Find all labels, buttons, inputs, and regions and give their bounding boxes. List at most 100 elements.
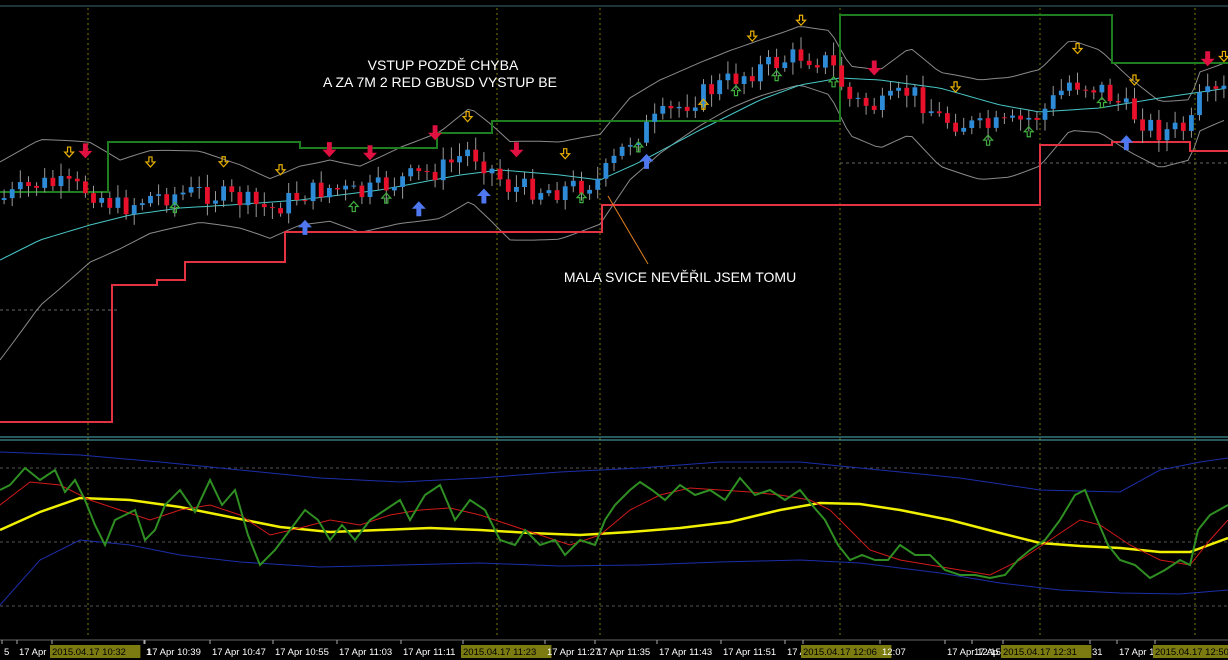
axis-tick-label: 2015.04.17 10:32: [52, 647, 126, 658]
candle-body: [400, 176, 405, 187]
candle: [880, 87, 885, 118]
candle-body: [782, 62, 788, 68]
candle: [522, 172, 527, 195]
candle: [530, 169, 536, 205]
chart-canvas[interactable]: VSTUP POZDĚ CHYBA A ZA 7M 2 RED GBUSD VY…: [0, 0, 1228, 660]
candle-body: [863, 97, 869, 106]
candle: [229, 179, 235, 202]
candle: [977, 112, 983, 129]
candle: [205, 174, 210, 216]
candle: [481, 152, 487, 185]
candle-body: [896, 87, 901, 91]
candle-body: [562, 186, 568, 200]
candle-body: [83, 181, 88, 194]
candle-body: [676, 106, 682, 109]
candle-body: [34, 185, 39, 188]
candle-body: [205, 187, 210, 204]
candle-body: [798, 49, 804, 61]
candle: [1213, 80, 1219, 102]
candle: [692, 96, 698, 118]
candle-body: [538, 193, 544, 200]
candle: [335, 184, 340, 196]
candle: [953, 113, 958, 137]
axis-tick-label: 2015.04.17 12:31: [1003, 647, 1077, 658]
candle: [1075, 72, 1080, 95]
yellow-down-arrow: [746, 30, 759, 42]
candle: [213, 191, 218, 213]
candle: [595, 166, 601, 199]
candle-body: [758, 64, 763, 82]
candle-body: [554, 190, 560, 200]
candle: [1034, 111, 1040, 131]
axis-tick-label: 17 Apr 11:51: [723, 647, 776, 658]
axis-tick-label: 17 Apr 10:47: [212, 647, 266, 658]
candle-body: [229, 186, 235, 193]
candle: [221, 180, 226, 208]
candle-body: [652, 113, 658, 122]
candle: [936, 102, 942, 117]
candle-body: [221, 186, 226, 201]
candle: [278, 202, 283, 217]
candle: [782, 55, 788, 72]
candle-body: [977, 118, 983, 121]
candle-body: [253, 191, 259, 205]
red-down-arrow: [1200, 51, 1215, 67]
candle-body: [1123, 98, 1129, 103]
candle-body: [530, 178, 536, 200]
candle: [465, 141, 470, 167]
axis-tick-label: 17 Apr 10:55: [275, 647, 329, 658]
candle-body: [58, 176, 64, 187]
candle-body: [424, 171, 430, 172]
candle-body: [684, 106, 690, 111]
candle: [1067, 75, 1072, 96]
oscillator-panel: [0, 451, 1228, 607]
candle-body: [1213, 86, 1219, 89]
candle: [83, 175, 88, 198]
candle-body: [725, 73, 731, 81]
candle: [107, 191, 113, 215]
candle-body: [74, 178, 80, 182]
candle: [180, 185, 186, 201]
candle-body: [692, 107, 698, 111]
candle: [1132, 87, 1137, 124]
candle-body: [367, 182, 373, 197]
candle: [343, 179, 348, 201]
candle: [1221, 75, 1227, 99]
candle: [164, 188, 170, 213]
candle-body: [1148, 119, 1154, 131]
yellow-down-arrow: [461, 110, 474, 123]
candle: [505, 168, 511, 200]
candle-body: [717, 80, 723, 95]
candle-body: [1099, 84, 1105, 93]
candle-body: [985, 118, 991, 128]
candle: [196, 176, 202, 199]
candle-body: [17, 182, 23, 190]
candle-body: [603, 163, 609, 179]
candle-body: [993, 117, 999, 128]
candle-body: [1050, 95, 1056, 109]
candle: [1002, 112, 1007, 124]
candle: [928, 99, 934, 117]
candle: [831, 42, 836, 77]
candle-body: [579, 180, 584, 194]
candle-body: [928, 111, 934, 114]
trading-chart[interactable]: VSTUP POZDĚ CHYBA A ZA 7M 2 RED GBUSD VY…: [0, 0, 1228, 660]
candle: [1197, 84, 1202, 121]
annotation-entry-late: VSTUP POZDĚ CHYBA: [368, 57, 519, 73]
candle-body: [920, 87, 926, 114]
candle-body: [1042, 108, 1048, 120]
candle-body: [42, 177, 48, 188]
candle-body: [440, 159, 446, 181]
candle: [1058, 79, 1064, 100]
candle: [660, 97, 666, 120]
axis-tick-label: 2015.04.17 12:50: [1155, 647, 1228, 658]
candle-body: [1180, 122, 1186, 131]
red-down-arrow: [78, 143, 93, 159]
candle-body: [1067, 82, 1072, 91]
candle: [514, 175, 519, 202]
candle: [473, 137, 479, 170]
candle-body: [416, 168, 422, 171]
yellow-down-arrow: [1218, 50, 1228, 63]
candle: [253, 187, 259, 217]
candle-body: [733, 73, 739, 84]
